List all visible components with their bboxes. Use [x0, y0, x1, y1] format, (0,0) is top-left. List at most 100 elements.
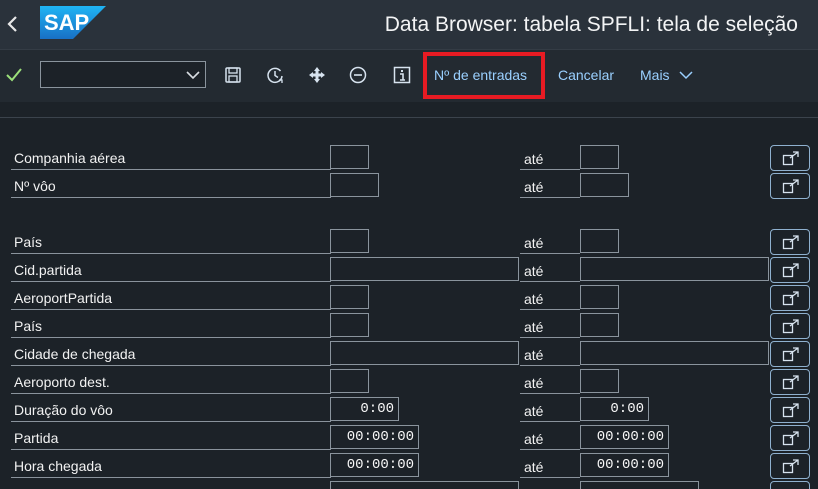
multiple-selection-icon [782, 431, 799, 446]
field-from-input[interactable] [330, 229, 369, 253]
field-label: País [14, 318, 43, 334]
field-from-input[interactable]: 0:00 [330, 397, 399, 421]
variant-select[interactable] [40, 61, 206, 88]
number-of-entries-button[interactable]: Nº de entradas [434, 67, 527, 83]
field-to-input[interactable]: 00:00:00 [580, 453, 669, 477]
save-icon [225, 67, 241, 83]
field-to-input[interactable] [580, 257, 769, 281]
field-to-input[interactable] [580, 341, 769, 365]
field-underline [11, 281, 331, 282]
range-to-label: até [524, 375, 544, 391]
range-underline [520, 309, 580, 310]
field-to-input[interactable]: 0:00 [580, 397, 649, 421]
field-to-input[interactable] [580, 313, 619, 337]
chevron-down-icon [679, 71, 693, 80]
field-underline [11, 253, 331, 254]
execute-button[interactable] [5, 66, 23, 84]
clock-history-icon [267, 67, 283, 84]
range-to-label: até [524, 291, 544, 307]
multiple-selection-button[interactable] [770, 229, 810, 255]
sap-logo: SAP [40, 6, 106, 39]
field-to-input[interactable] [580, 369, 619, 393]
multiple-selection-button[interactable] [770, 173, 810, 199]
info-button[interactable] [392, 65, 412, 85]
field-from-input[interactable] [330, 481, 519, 489]
field-from-input[interactable] [330, 285, 369, 309]
back-button[interactable] [2, 10, 24, 38]
field-label: Companhia aérea [14, 150, 126, 166]
remove-button[interactable] [348, 65, 368, 85]
multiple-selection-button[interactable] [770, 285, 810, 311]
field-to-input[interactable] [580, 285, 619, 309]
more-menu-button[interactable]: Mais [640, 67, 693, 83]
dynamic-selection-button[interactable] [307, 65, 327, 85]
field-from-input[interactable] [330, 369, 369, 393]
move-arrows-icon [309, 67, 325, 83]
toolbar-divider [0, 117, 818, 118]
field-label: Duração do vôo [14, 402, 113, 418]
field-from-input[interactable]: 00:00:00 [330, 453, 419, 477]
field-label: Hora chegada [14, 458, 102, 474]
field-from-input[interactable] [330, 313, 369, 337]
range-underline [520, 253, 580, 254]
range-to-label: até [524, 235, 544, 251]
multiple-selection-button[interactable] [770, 481, 810, 489]
multiple-selection-button[interactable] [770, 145, 810, 171]
multiple-selection-icon [782, 263, 799, 278]
info-icon [393, 66, 411, 84]
range-underline [520, 449, 580, 450]
field-from-input[interactable]: 00:00:00 [330, 425, 419, 449]
field-label: Cidade de chegada [14, 346, 136, 362]
multiple-selection-button[interactable] [770, 341, 810, 367]
sap-logo-text: SAP [44, 10, 89, 35]
multiple-selection-button[interactable] [770, 425, 810, 451]
range-to-label: até [524, 179, 544, 195]
multiple-selection-icon [782, 179, 799, 194]
multiple-selection-icon [782, 347, 799, 362]
field-from-input[interactable] [330, 341, 519, 365]
multiple-selection-icon [782, 319, 799, 334]
field-underline [11, 449, 331, 450]
range-underline [520, 393, 580, 394]
multiple-selection-button[interactable] [770, 453, 810, 479]
range-to-label: até [524, 263, 544, 279]
range-underline [520, 281, 580, 282]
multiple-selection-icon [782, 235, 799, 250]
multiple-selection-button[interactable] [770, 313, 810, 339]
field-from-input[interactable] [330, 145, 369, 169]
field-to-input[interactable] [580, 145, 619, 169]
multiple-selection-button[interactable] [770, 369, 810, 395]
field-underline [11, 477, 331, 478]
field-underline [11, 365, 331, 366]
field-label: AeroportPartida [14, 290, 113, 306]
field-underline [11, 197, 331, 198]
field-to-input[interactable]: 00:00:00 [580, 425, 669, 449]
title-bar: SAP Data Browser: tabela SPFLI: tela de … [0, 0, 818, 50]
field-label: Partida [14, 430, 59, 446]
checkmark-icon [6, 68, 22, 82]
chevron-left-icon [7, 16, 17, 32]
field-underline [11, 169, 331, 170]
field-from-input[interactable] [330, 257, 519, 281]
field-to-input[interactable] [580, 173, 629, 197]
multiple-selection-button[interactable] [770, 257, 810, 283]
save-variant-button[interactable] [223, 65, 243, 85]
multiple-selection-icon [782, 403, 799, 418]
field-label: Nº vôo [14, 178, 56, 194]
multiple-selection-icon [782, 291, 799, 306]
page-title: Data Browser: tabela SPFLI: tela de sele… [384, 13, 798, 36]
range-underline [520, 477, 580, 478]
history-button[interactable] [265, 65, 285, 85]
range-to-label: até [524, 403, 544, 419]
range-to-label: até [524, 459, 544, 475]
multiple-selection-button[interactable] [770, 397, 810, 423]
field-label: Aeroporto dest. [14, 374, 110, 390]
field-to-input[interactable] [580, 481, 699, 489]
field-from-input[interactable] [330, 173, 379, 197]
cancel-button[interactable]: Cancelar [558, 67, 614, 83]
minus-circle-icon [349, 66, 367, 84]
field-underline [11, 421, 331, 422]
field-to-input[interactable] [580, 229, 619, 253]
multiple-selection-icon [782, 151, 799, 166]
field-label: País [14, 234, 43, 250]
